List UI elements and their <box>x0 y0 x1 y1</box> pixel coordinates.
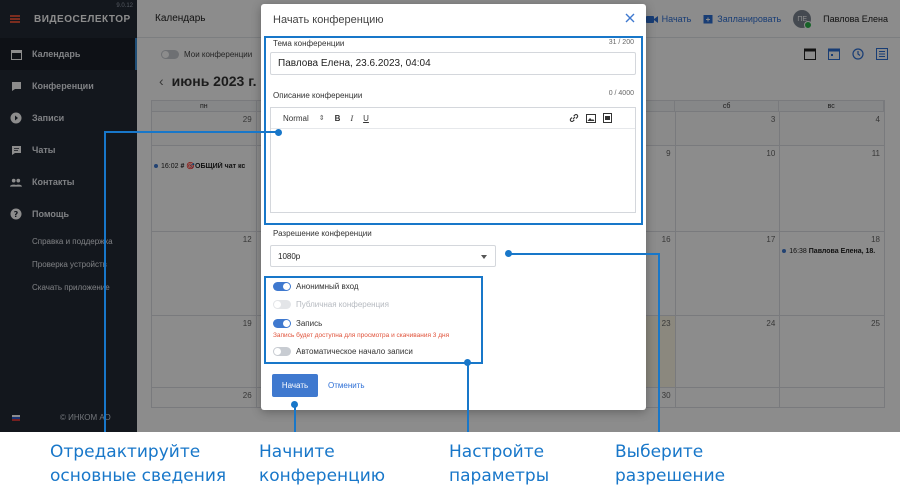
caption-line: конференцию <box>259 466 386 486</box>
callout-line-settings <box>467 360 469 432</box>
caption-edit-info: Отредактируйте основные сведения <box>50 440 226 488</box>
caption-line: Начните <box>259 442 335 462</box>
callout-dot-resolution <box>505 250 512 257</box>
caption-line: разрешение <box>615 466 726 486</box>
callout-line-resolution-v <box>658 253 660 432</box>
resolution-label: Разрешение конференции <box>273 229 372 238</box>
caption-settings: Настройте параметры <box>449 440 549 488</box>
callout-dot-edit <box>275 129 282 136</box>
callout-dot-settings <box>464 359 471 366</box>
caption-line: основные сведения <box>50 466 227 486</box>
caption-line: Отредактируйте <box>50 442 201 462</box>
caption-line: параметры <box>449 466 550 486</box>
caret-down-icon <box>481 255 487 259</box>
cancel-button[interactable]: Отменить <box>328 374 365 397</box>
caption-line: Выберите <box>615 442 704 462</box>
callout-line-resolution-h <box>509 253 660 255</box>
callout-line-start <box>294 404 296 432</box>
callout-line-edit-h <box>104 131 278 133</box>
highlight-basic-info <box>264 36 643 225</box>
start-button[interactable]: Начать <box>272 374 318 397</box>
resolution-select[interactable]: 1080p <box>270 245 496 267</box>
screenshot-stage: { "app": { "logo": "ВИДЕОСЕЛЕКТОР", "ver… <box>0 0 900 499</box>
callout-line-edit-v <box>104 131 106 432</box>
caption-start: Начните конференцию <box>259 440 385 488</box>
caption-resolution: Выберите разрешение <box>615 440 725 488</box>
caption-line: Настройте <box>449 442 545 462</box>
highlight-settings <box>264 276 483 364</box>
resolution-value: 1080p <box>278 251 301 261</box>
close-icon[interactable] <box>624 12 636 24</box>
callout-dot-start <box>291 401 298 408</box>
dialog-title: Начать конференцию <box>273 14 384 26</box>
